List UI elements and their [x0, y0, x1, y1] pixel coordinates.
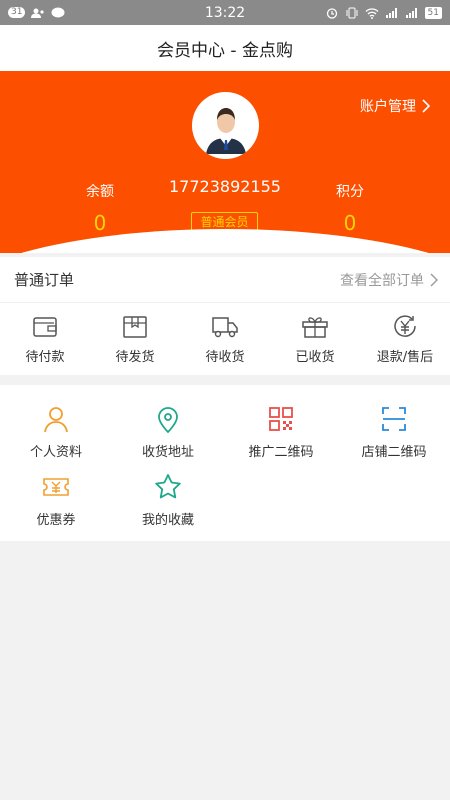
order-status-row: 待付款 待发货 待收货 已收货 退款/售后: [0, 303, 450, 375]
order-refund-aftersale[interactable]: 退款/售后: [360, 303, 450, 375]
star-icon: [155, 474, 181, 499]
order-received[interactable]: 已收货: [270, 303, 360, 375]
order-item-label: 待发货: [115, 349, 155, 365]
feature-promo-qrcode[interactable]: 推广二维码: [225, 405, 337, 460]
gift-box-icon: [302, 316, 328, 338]
status-left: 31: [8, 7, 65, 19]
order-item-label: 已收货: [295, 349, 335, 365]
order-pending-payment[interactable]: 待付款: [0, 303, 90, 375]
qrcode-icon: [269, 407, 293, 431]
signal-icon: [385, 7, 397, 18]
chevron-right-icon: [422, 99, 430, 113]
battery-icon: 51: [424, 6, 442, 19]
points-value: 0: [343, 211, 357, 235]
avatar[interactable]: [192, 92, 259, 159]
feature-label: 收货地址: [141, 445, 194, 460]
avatar-person-icon: [205, 107, 246, 154]
points-stat[interactable]: 积分 0: [310, 181, 390, 235]
account-management-label: 账户管理: [360, 99, 416, 115]
feature-label: 优惠券: [36, 513, 76, 528]
orders-header: 普通订单 查看全部订单: [0, 257, 450, 303]
orders-title: 普通订单: [14, 271, 75, 289]
order-pending-receipt[interactable]: 待收货: [180, 303, 270, 375]
feature-favorites[interactable]: 我的收藏: [112, 473, 224, 528]
feature-shipping-address[interactable]: 收货地址: [112, 405, 224, 460]
order-item-label: 待收货: [205, 349, 245, 365]
view-all-orders-link[interactable]: 查看全部订单: [340, 270, 438, 290]
coupon-icon: [43, 478, 69, 496]
truck-icon: [212, 316, 238, 337]
wifi-icon: [365, 7, 379, 19]
refund-icon: [394, 314, 416, 337]
order-item-label: 待付款: [25, 349, 65, 365]
feature-coupons[interactable]: 优惠券: [0, 473, 112, 528]
vibrate-icon: [346, 7, 358, 18]
package-icon: [123, 315, 147, 338]
balance-value: 0: [93, 211, 107, 235]
points-label: 积分: [336, 184, 364, 200]
feature-shop-qrcode[interactable]: 店铺二维码: [338, 405, 450, 460]
chat-icon: [51, 7, 65, 17]
wallet-icon: [33, 316, 57, 337]
location-pin-icon: [158, 407, 178, 433]
account-management-link[interactable]: 账户管理: [360, 96, 430, 116]
feature-label: 个人资料: [29, 445, 82, 460]
status-right: 51: [325, 6, 442, 19]
profile-header: 账户管理 余额 0 17723892155 普通会员 积分 0: [0, 71, 450, 253]
feature-grid: 个人资料 收货地址 推广二维码 店铺二维码 优惠券 我的收藏: [0, 385, 450, 541]
chevron-right-icon: [430, 273, 438, 286]
feature-label: 推广二维码: [248, 445, 314, 460]
order-pending-shipment[interactable]: 待发货: [90, 303, 180, 375]
user-icon: [44, 407, 68, 433]
page-title: 会员中心 - 金点购: [157, 40, 293, 61]
notification-badge-icon: 31: [8, 7, 26, 18]
feature-label: 我的收藏: [141, 513, 194, 528]
order-item-label: 退款/售后: [376, 349, 434, 365]
alarm-icon: [326, 7, 337, 19]
signal-icon: [405, 7, 417, 18]
title-bar: 会员中心 - 金点购: [0, 25, 450, 71]
feature-profile[interactable]: 个人资料: [0, 405, 112, 460]
contacts-icon: [31, 8, 45, 18]
feature-label: 店铺二维码: [361, 445, 427, 460]
status-bar: 31 13:22 51: [0, 0, 450, 25]
scan-icon: [382, 407, 406, 431]
view-all-orders-label: 查看全部订单: [340, 272, 424, 289]
